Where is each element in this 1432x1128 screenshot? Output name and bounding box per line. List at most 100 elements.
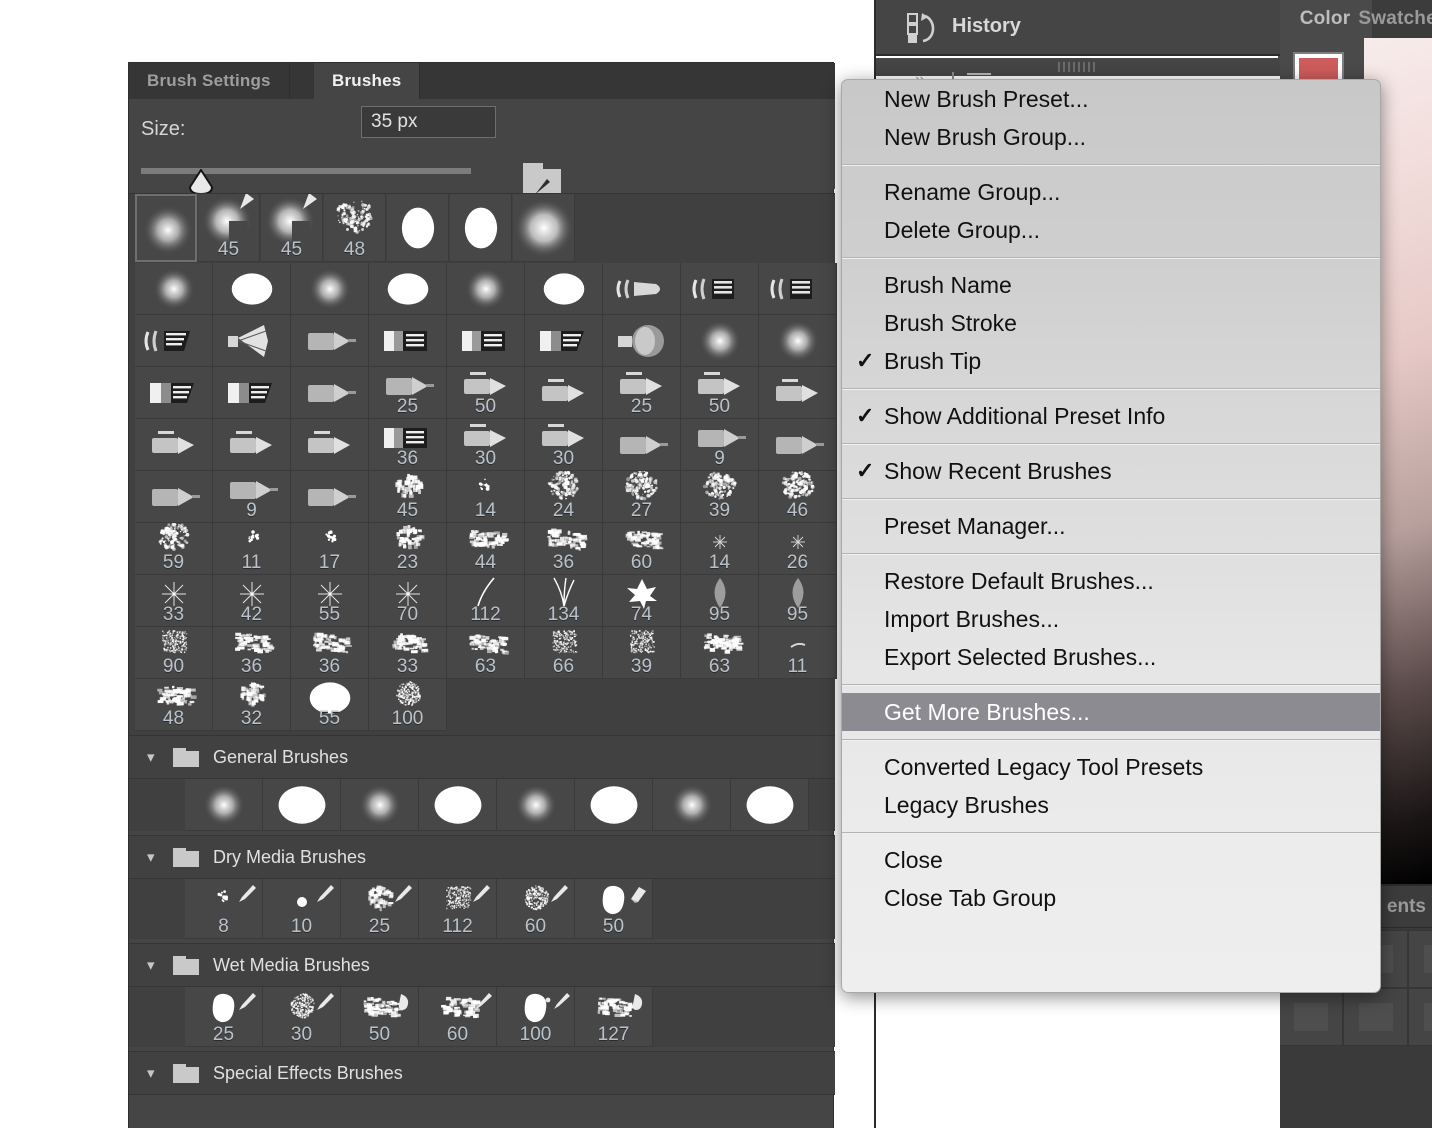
chevron-down-icon[interactable]: ▾ [147,848,165,866]
brush-preset-cell[interactable] [603,263,681,315]
brush-preset-cell[interactable]: 48 [135,679,213,731]
brush-preset-cell[interactable]: 10 [263,879,341,939]
brush-preset-cell[interactable]: 33 [369,627,447,679]
brush-preset-cell[interactable]: 127 [575,987,653,1047]
menu-item[interactable]: Brush Name [842,266,1380,304]
brush-preset-cell[interactable]: 32 [213,679,291,731]
document-cell[interactable] [1278,988,1343,1046]
brush-preset-cell[interactable] [653,779,731,831]
brush-preset-cell[interactable]: 50 [341,987,419,1047]
brush-preset-cell[interactable]: 36 [525,523,603,575]
size-input[interactable]: 35 px [361,106,496,138]
brush-preset-cell[interactable]: 55 [291,575,369,627]
brush-preset-cell[interactable]: 63 [447,627,525,679]
brush-preset-cell[interactable]: 33 [135,575,213,627]
brush-preset-cell[interactable]: 45 [198,194,260,262]
documents-tab-label[interactable]: ents [1387,896,1426,918]
brush-group-header[interactable]: ▾Special Effects Brushes [129,1051,835,1095]
brush-preset-cell[interactable]: 95 [759,575,837,627]
brush-preset-cell[interactable]: 17 [291,523,369,575]
brush-preset-cell[interactable]: 112 [419,879,497,939]
brush-preset-cell[interactable] [681,263,759,315]
menu-item[interactable]: New Brush Group... [842,118,1380,156]
menu-item[interactable]: Import Brushes... [842,600,1380,638]
chevron-down-icon[interactable]: ▾ [147,956,165,974]
brush-preset-cell[interactable]: 23 [369,523,447,575]
menu-item[interactable]: Converted Legacy Tool Presets [842,748,1380,786]
brush-preset-cell[interactable] [263,779,341,831]
menu-item[interactable]: Export Selected Brushes... [842,638,1380,676]
brush-preset-cell[interactable]: 36 [291,627,369,679]
brush-preset-cell[interactable] [497,779,575,831]
brush-preset-cell[interactable]: 60 [419,987,497,1047]
document-cell[interactable] [1408,930,1432,988]
brush-preset-cell[interactable] [185,779,263,831]
brush-preset-cell[interactable]: 9 [213,471,291,523]
brush-group-header[interactable]: ▾General Brushes [129,735,835,779]
brush-preset-cell[interactable] [447,315,525,367]
panel-context-menu[interactable]: New Brush Preset...New Brush Group...Ren… [841,79,1381,993]
brush-preset-cell[interactable]: 45 [369,471,447,523]
brush-preset-cell[interactable]: 9 [681,419,759,471]
brush-preset-cell[interactable]: 24 [525,471,603,523]
brush-preset-cell[interactable]: 30 [525,419,603,471]
brush-preset-cell[interactable]: 39 [603,627,681,679]
brush-preset-cell[interactable] [603,419,681,471]
menu-item[interactable]: Brush Stroke [842,304,1380,342]
chevron-down-icon[interactable]: ▾ [147,1064,165,1082]
brush-preset-cell[interactable] [135,471,213,523]
brush-preset-cell[interactable]: 36 [213,627,291,679]
brush-preset-cell[interactable]: 50 [447,367,525,419]
brush-preset-cell[interactable]: 100 [497,987,575,1047]
brush-preset-cell[interactable] [135,419,213,471]
brush-preset-cell[interactable] [759,367,837,419]
brush-preset-cell[interactable]: 48 [324,194,386,262]
brush-preset-cell[interactable]: 50 [681,367,759,419]
brush-preset-cell[interactable]: 27 [603,471,681,523]
brush-preset-cell[interactable]: 70 [369,575,447,627]
brush-preset-cell[interactable]: 60 [497,879,575,939]
brush-preset-cell[interactable]: 95 [681,575,759,627]
menu-item[interactable]: ✓Show Additional Preset Info [842,397,1380,435]
brush-preset-cell[interactable] [291,471,369,523]
menu-item[interactable]: Preset Manager... [842,507,1380,545]
brush-preset-cell[interactable] [369,263,447,315]
brush-preset-cell[interactable]: 11 [213,523,291,575]
document-cell[interactable] [1408,988,1432,1046]
brush-preset-cell[interactable] [759,263,837,315]
brush-preset-cell[interactable]: 36 [369,419,447,471]
brush-preset-cell[interactable] [419,779,497,831]
brush-preset-cell[interactable]: 14 [681,523,759,575]
brush-preset-cell[interactable] [213,419,291,471]
brush-preset-cell[interactable] [447,263,525,315]
document-cell[interactable] [1343,988,1408,1046]
brush-preset-cell[interactable]: 44 [447,523,525,575]
brush-preset-cell[interactable] [291,419,369,471]
brush-preset-cell[interactable]: 60 [603,523,681,575]
brush-preset-cell[interactable] [759,419,837,471]
tab-brush-settings[interactable]: Brush Settings [129,63,290,99]
brush-preset-cell[interactable]: 11 [759,627,837,679]
brush-preset-cell[interactable]: 25 [603,367,681,419]
brush-preset-cell[interactable] [387,194,449,262]
brush-preset-cell[interactable]: 25 [185,987,263,1047]
brush-preset-cell[interactable] [291,263,369,315]
brush-preset-cell[interactable]: 42 [213,575,291,627]
brush-preset-cell[interactable]: 46 [759,471,837,523]
brush-preset-cell[interactable] [369,315,447,367]
brush-group-header[interactable]: ▾Dry Media Brushes [129,835,835,879]
brush-preset-cell[interactable] [213,315,291,367]
brush-preset-cell[interactable] [525,315,603,367]
brush-preset-cell[interactable]: 14 [447,471,525,523]
menu-item[interactable]: Close Tab Group [842,879,1380,917]
brush-preset-cell[interactable] [450,194,512,262]
brush-preset-cell[interactable]: 66 [525,627,603,679]
brush-preset-cell[interactable]: 134 [525,575,603,627]
brush-group-header[interactable]: ▾Wet Media Brushes [129,943,835,987]
brush-preset-cell[interactable] [135,263,213,315]
menu-item[interactable]: Legacy Brushes [842,786,1380,824]
brush-preset-cell[interactable]: 30 [263,987,341,1047]
brush-preset-cell[interactable]: 50 [575,879,653,939]
brush-preset-cell[interactable]: 25 [369,367,447,419]
brush-preset-cell[interactable] [603,315,681,367]
